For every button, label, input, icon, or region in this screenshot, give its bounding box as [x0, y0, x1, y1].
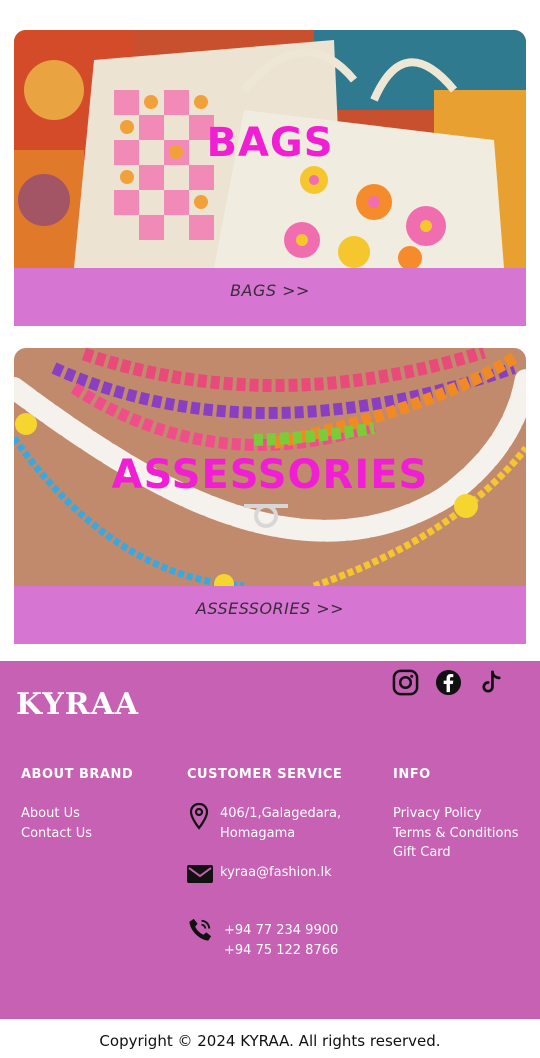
- about-us-link[interactable]: About Us: [21, 806, 80, 821]
- phone-number-2[interactable]: +94 75 122 8766: [224, 943, 338, 958]
- phone-number-1[interactable]: +94 77 234 9900: [224, 923, 338, 938]
- site-footer: KYRAA ABOUT BRAND About Us Contact Us CU…: [0, 661, 540, 1019]
- assessories-link-button[interactable]: ASSESSORIES >>: [14, 586, 526, 644]
- brand-logo[interactable]: KYRAA: [16, 687, 139, 722]
- contact-us-link[interactable]: Contact Us: [21, 826, 92, 841]
- category-card-bags[interactable]: BAGS BAGS >>: [14, 30, 526, 326]
- assessories-title: ASSESSORIES: [111, 452, 429, 498]
- email-link[interactable]: kyraa@fashion.lk: [220, 865, 332, 880]
- copyright-text: Copyright © 2024 KYRAA. All rights reser…: [99, 1032, 441, 1050]
- bags-title: BAGS: [206, 120, 334, 166]
- social-links: [392, 669, 505, 696]
- assessories-image[interactable]: ASSESSORIES: [14, 348, 526, 586]
- instagram-icon[interactable]: [392, 669, 419, 696]
- bags-image[interactable]: BAGS: [14, 30, 526, 268]
- about-brand-heading: ABOUT BRAND: [21, 767, 134, 782]
- phone-icon: [187, 916, 214, 948]
- bags-link-button[interactable]: BAGS >>: [14, 268, 526, 326]
- info-heading: INFO: [393, 767, 431, 782]
- customer-service-heading: CUSTOMER SERVICE: [187, 767, 343, 782]
- tiktok-icon[interactable]: [478, 669, 505, 696]
- address-line-1: 406/1,Galagedara,: [220, 806, 342, 821]
- privacy-policy-link[interactable]: Privacy Policy: [393, 806, 482, 821]
- location-pin-icon: [189, 802, 209, 835]
- gift-card-link[interactable]: Gift Card: [393, 845, 451, 860]
- address-line-2: Homagama: [220, 826, 296, 841]
- facebook-icon[interactable]: [435, 669, 462, 696]
- terms-conditions-link[interactable]: Terms & Conditions: [393, 826, 519, 841]
- category-card-assessories[interactable]: ASSESSORIES ASSESSORIES >>: [14, 348, 526, 644]
- mail-icon: [187, 865, 213, 888]
